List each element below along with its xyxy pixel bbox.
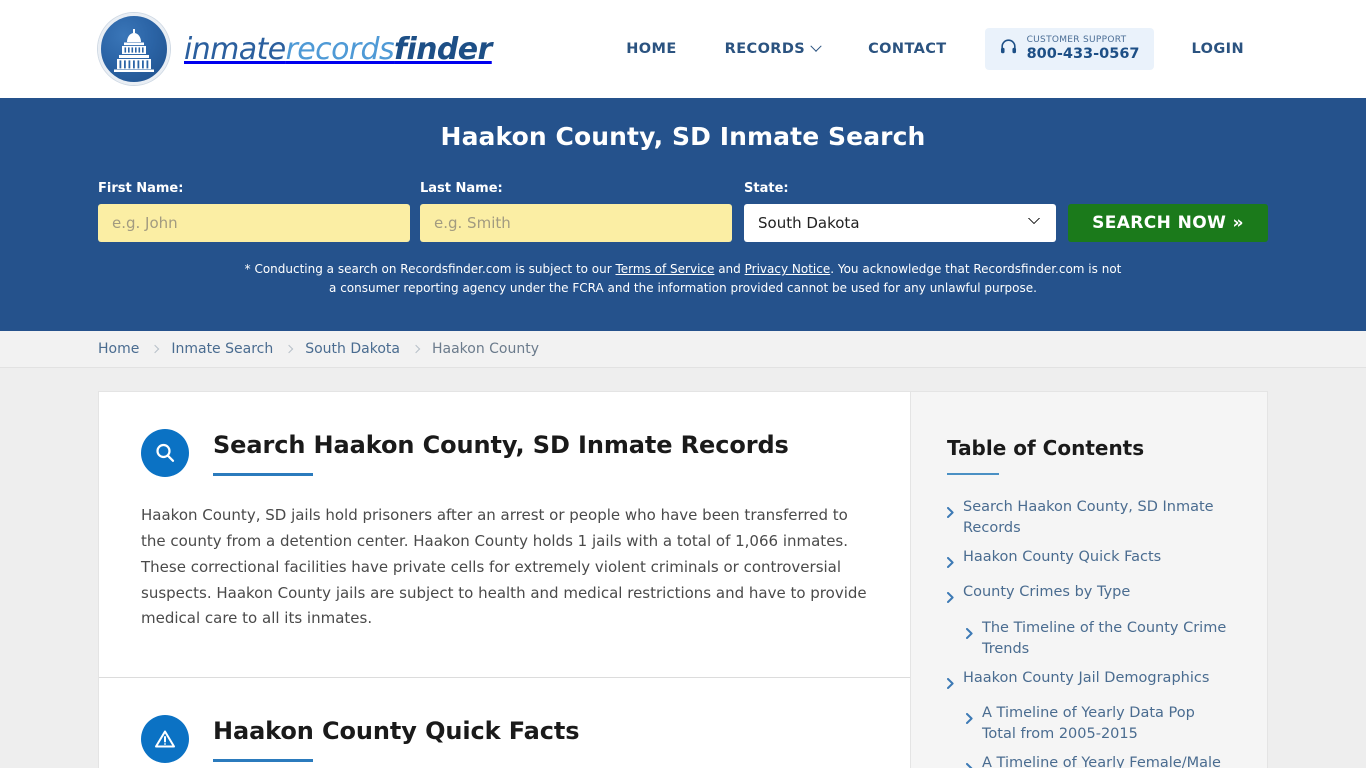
chevron-right-icon — [151, 344, 160, 354]
breadcrumb-item-south-dakota[interactable]: South Dakota — [305, 341, 400, 357]
section-title: Haakon County Quick Facts — [213, 717, 580, 746]
section-header: Search Haakon County, SD Inmate Records — [141, 427, 868, 478]
warning-triangle-icon — [141, 715, 189, 764]
customer-support-phone: 800-433-0567 — [1026, 46, 1140, 63]
table-of-contents-sidebar: Table of Contents Search Haakon County, … — [910, 392, 1267, 768]
nav-item-home[interactable]: HOME — [602, 41, 700, 57]
toc-item-data-pop-total-timeline[interactable]: A Timeline of Yearly Data Pop Total from… — [947, 703, 1231, 745]
section-search-inmate-records: Search Haakon County, SD Inmate Records … — [99, 392, 910, 677]
toc-link[interactable]: A Timeline of Yearly Female/Male Incarce… — [982, 753, 1231, 768]
toc-link[interactable]: The Timeline of the County Crime Trends — [982, 618, 1231, 660]
chevron-right-icon — [966, 622, 973, 660]
last-name-label: Last Name: — [420, 181, 503, 196]
nav-item-login-label: LOGIN — [1191, 40, 1244, 57]
privacy-notice-link[interactable]: Privacy Notice — [745, 262, 831, 276]
first-name-field-group: First Name: — [98, 181, 410, 242]
toc-item-jail-demographics[interactable]: Haakon County Jail Demographics — [947, 668, 1231, 695]
chevron-down-icon — [810, 40, 822, 52]
section-title-wrap: Haakon County Quick Facts — [213, 713, 580, 763]
toc-item-search-records[interactable]: Search Haakon County, SD Inmate Records — [947, 497, 1231, 539]
chevron-right-icon — [966, 757, 973, 768]
nav-item-contact-label: CONTACT — [868, 40, 947, 57]
disclaimer-mid: and — [714, 262, 745, 276]
inmate-search-form: First Name: Last Name: State: South Dako… — [98, 181, 1268, 242]
chevron-right-icon — [947, 501, 954, 539]
toc-item-crime-trends-timeline[interactable]: The Timeline of the County Crime Trends — [947, 618, 1231, 660]
first-name-label: First Name: — [98, 181, 184, 196]
toc-item-quick-facts[interactable]: Haakon County Quick Facts — [947, 547, 1231, 574]
state-field-group: State: South Dakota — [744, 181, 1056, 242]
logo-word-records: records — [285, 31, 395, 67]
state-label: State: — [744, 181, 789, 196]
magnifier-icon — [141, 429, 189, 478]
headset-icon — [999, 37, 1018, 60]
site-header: inmaterecordsfinder HOME RECORDS CONTACT… — [0, 0, 1366, 98]
section-body-text: Haakon County, SD jails hold prisoners a… — [141, 506, 867, 628]
logo-word-inmate: inmate — [184, 31, 286, 67]
main-navigation: HOME RECORDS CONTACT CUSTOMER SUPPORT 80… — [602, 28, 1268, 70]
toc-item-female-male-incarceration-timeline[interactable]: A Timeline of Yearly Female/Male Incarce… — [947, 753, 1231, 768]
toc-link[interactable]: Haakon County Quick Facts — [963, 547, 1161, 574]
section-title-wrap: Search Haakon County, SD Inmate Records — [213, 427, 789, 477]
nav-item-home-label: HOME — [626, 40, 677, 57]
nav-item-login[interactable]: LOGIN — [1168, 41, 1268, 57]
state-select[interactable]: South Dakota — [744, 204, 1056, 242]
nav-item-records-label: RECORDS — [724, 40, 806, 57]
toc-link[interactable]: Haakon County Jail Demographics — [963, 668, 1209, 695]
toc-title: Table of Contents — [947, 436, 1145, 461]
nav-item-records[interactable]: RECORDS — [701, 40, 844, 57]
section-quick-facts: Haakon County Quick Facts — [99, 677, 910, 768]
customer-support-label: CUSTOMER SUPPORT — [1026, 35, 1127, 46]
content-layout: Search Haakon County, SD Inmate Records … — [98, 391, 1268, 768]
toc-list: Search Haakon County, SD Inmate Records … — [947, 497, 1231, 768]
chevron-right-icon — [284, 344, 294, 354]
first-name-input[interactable] — [98, 204, 410, 242]
search-disclaimer: * Conducting a search on Recordsfinder.c… — [243, 260, 1123, 297]
toc-item-county-crimes-by-type[interactable]: County Crimes by Type — [947, 582, 1231, 609]
chevron-right-icon — [947, 586, 954, 609]
nav-item-contact[interactable]: CONTACT — [844, 41, 970, 57]
toc-link[interactable]: Search Haakon County, SD Inmate Records — [963, 497, 1231, 539]
chevron-right-icon — [411, 344, 421, 354]
breadcrumb: Home Inmate Search South Dakota Haakon C… — [98, 341, 539, 357]
toc-link[interactable]: A Timeline of Yearly Data Pop Total from… — [982, 703, 1231, 745]
section-underline — [213, 759, 313, 763]
site-logo[interactable]: inmaterecordsfinder — [98, 13, 492, 85]
section-title: Search Haakon County, SD Inmate Records — [213, 431, 789, 460]
breadcrumb-item-haakon-county: Haakon County — [431, 341, 540, 358]
page-title: Haakon County, SD Inmate Search — [440, 122, 926, 151]
site-logo-text: inmaterecordsfinder — [184, 32, 492, 67]
last-name-input[interactable] — [420, 204, 732, 242]
chevron-right-icon — [947, 551, 954, 574]
breadcrumb-item-inmate-search[interactable]: Inmate Search — [171, 341, 273, 357]
chevron-right-icon — [966, 707, 973, 745]
disclaimer-pre: * Conducting a search on Recordsfinder.c… — [244, 262, 616, 276]
page-wrapper: Search Haakon County, SD Inmate Records … — [0, 368, 1366, 768]
section-underline — [213, 473, 313, 477]
customer-support-box[interactable]: CUSTOMER SUPPORT 800-433-0567 — [984, 28, 1154, 70]
main-content: Search Haakon County, SD Inmate Records … — [99, 392, 910, 768]
logo-word-finder: finder — [394, 31, 492, 67]
last-name-field-group: Last Name: — [420, 181, 732, 242]
breadcrumb-bar: Home Inmate Search South Dakota Haakon C… — [0, 331, 1366, 369]
breadcrumb-item-home[interactable]: Home — [98, 341, 139, 357]
toc-link[interactable]: County Crimes by Type — [963, 582, 1130, 609]
section-header: Haakon County Quick Facts — [141, 713, 868, 764]
chevron-right-icon — [947, 672, 954, 695]
capitol-dome-icon — [98, 13, 170, 85]
search-now-button[interactable]: SEARCH NOW » — [1068, 204, 1268, 242]
toc-underline — [947, 473, 999, 476]
terms-of-service-link[interactable]: Terms of Service — [616, 262, 715, 276]
hero-search-banner: Haakon County, SD Inmate Search First Na… — [0, 98, 1366, 332]
